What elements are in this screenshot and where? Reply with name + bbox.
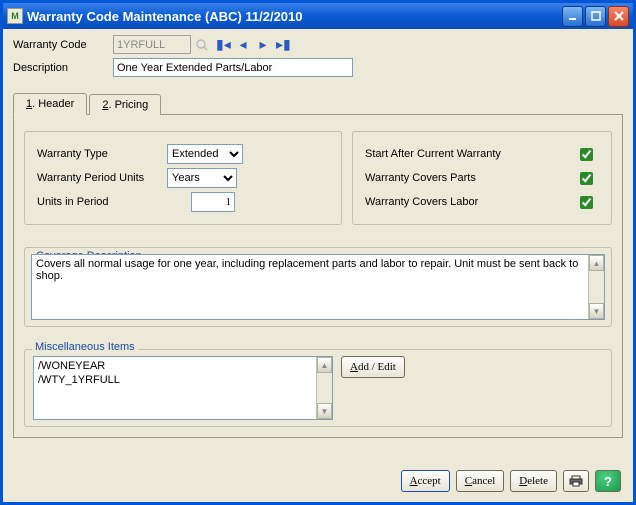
- scroll-up-icon[interactable]: ▲: [589, 255, 604, 271]
- coverage-text: Covers all normal usage for one year, in…: [32, 255, 588, 319]
- coverage-textarea[interactable]: Covers all normal usage for one year, in…: [31, 254, 605, 320]
- close-button[interactable]: [608, 6, 629, 27]
- list-item[interactable]: /WONEYEAR: [38, 359, 312, 373]
- window-title: Warranty Code Maintenance (ABC) 11/2/201…: [27, 9, 560, 24]
- accept-label: ccept: [418, 475, 441, 487]
- tab-header-label: . Header: [32, 98, 74, 110]
- warranty-type-row: Warranty Type Extended: [37, 142, 329, 166]
- units-in-period-input[interactable]: [191, 192, 235, 212]
- covers-parts-checkbox[interactable]: [580, 172, 593, 185]
- delete-button[interactable]: Delete: [510, 470, 557, 492]
- misc-section: Miscellaneous Items /WONEYEAR /WTY_1YRFU…: [24, 339, 612, 427]
- printer-icon: [569, 474, 583, 488]
- nav-next-icon[interactable]: ▸: [256, 36, 270, 53]
- start-after-checkbox[interactable]: [580, 148, 593, 161]
- tab-strip: 1. Header 2. Pricing: [13, 93, 623, 115]
- top-panel: Warranty Type Extended Warranty Period U…: [24, 131, 612, 225]
- units-in-period-row: Units in Period: [37, 190, 329, 214]
- covers-labor-row: Warranty Covers Labor: [365, 190, 599, 214]
- add-edit-label: dd / Edit: [358, 361, 396, 373]
- covers-parts-label: Warranty Covers Parts: [365, 172, 476, 184]
- accept-button[interactable]: Accept: [401, 470, 450, 492]
- print-button[interactable]: [563, 470, 589, 492]
- start-after-label: Start After Current Warranty: [365, 148, 501, 160]
- covers-labor-checkbox[interactable]: [580, 196, 593, 209]
- lookup-icon[interactable]: [194, 35, 210, 54]
- coverage-section: Coverage Description Covers all normal u…: [24, 237, 612, 327]
- minimize-icon: [568, 11, 578, 21]
- footer-buttons: Accept Cancel Delete ?: [401, 470, 621, 492]
- close-icon: [614, 11, 624, 21]
- warranty-type-select[interactable]: Extended: [167, 144, 243, 164]
- tab-panel: Warranty Type Extended Warranty Period U…: [13, 115, 623, 438]
- warranty-right-group: Start After Current Warranty Warranty Co…: [352, 131, 612, 225]
- description-input[interactable]: [113, 58, 353, 77]
- tab-pricing-label: . Pricing: [108, 99, 148, 111]
- scroll-up-icon[interactable]: ▲: [317, 357, 332, 373]
- misc-listbox[interactable]: /WONEYEAR /WTY_1YRFULL ▲ ▼: [33, 356, 333, 420]
- description-label: Description: [13, 62, 113, 74]
- maximize-icon: [591, 11, 601, 21]
- warranty-period-units-row: Warranty Period Units Years: [37, 166, 329, 190]
- warranty-period-units-select[interactable]: Years: [167, 168, 237, 188]
- nav-prev-icon[interactable]: ◂: [236, 36, 250, 53]
- nav-first-icon[interactable]: ▮◂: [216, 36, 230, 53]
- warranty-left-group: Warranty Type Extended Warranty Period U…: [24, 131, 342, 225]
- delete-label: elete: [527, 475, 548, 487]
- cancel-mn: C: [465, 475, 472, 487]
- app-icon: M: [7, 8, 23, 24]
- misc-list-content: /WONEYEAR /WTY_1YRFULL: [34, 357, 316, 419]
- description-row: Description: [13, 58, 623, 77]
- warranty-code-label: Warranty Code: [13, 39, 113, 51]
- scroll-down-icon[interactable]: ▼: [589, 303, 604, 319]
- list-item[interactable]: /WTY_1YRFULL: [38, 373, 312, 387]
- titlebar: M Warranty Code Maintenance (ABC) 11/2/2…: [3, 3, 633, 29]
- coverage-scrollbar[interactable]: ▲ ▼: [588, 255, 604, 319]
- accept-mn: A: [410, 475, 418, 487]
- covers-parts-row: Warranty Covers Parts: [365, 166, 599, 190]
- tab-header[interactable]: 1. Header: [13, 93, 87, 115]
- warranty-code-row: Warranty Code 1YRFULL ▮◂ ◂ ▸ ▸▮: [13, 35, 623, 54]
- scroll-down-icon[interactable]: ▼: [317, 403, 332, 419]
- warranty-period-units-label: Warranty Period Units: [37, 172, 167, 184]
- misc-legend: Miscellaneous Items: [32, 341, 138, 353]
- misc-scrollbar[interactable]: ▲ ▼: [316, 357, 332, 419]
- add-edit-mnemonic: A: [350, 361, 358, 373]
- start-after-row: Start After Current Warranty: [365, 142, 599, 166]
- cancel-label: ancel: [472, 475, 495, 487]
- nav-last-icon[interactable]: ▸▮: [276, 36, 290, 53]
- covers-labor-label: Warranty Covers Labor: [365, 196, 478, 208]
- maximize-button[interactable]: [585, 6, 606, 27]
- tab-pricing[interactable]: 2. Pricing: [89, 94, 161, 115]
- warranty-type-label: Warranty Type: [37, 148, 167, 160]
- record-nav: ▮◂ ◂ ▸ ▸▮: [216, 36, 290, 53]
- add-edit-button[interactable]: Add / Edit: [341, 356, 405, 378]
- units-in-period-label: Units in Period: [37, 196, 167, 208]
- help-icon: ?: [604, 474, 612, 489]
- content-area: Warranty Code 1YRFULL ▮◂ ◂ ▸ ▸▮ Descript…: [3, 29, 633, 448]
- dialog-window: M Warranty Code Maintenance (ABC) 11/2/2…: [0, 0, 636, 505]
- minimize-button[interactable]: [562, 6, 583, 27]
- warranty-code-field: 1YRFULL: [113, 35, 191, 54]
- help-button[interactable]: ?: [595, 470, 621, 492]
- cancel-button[interactable]: Cancel: [456, 470, 505, 492]
